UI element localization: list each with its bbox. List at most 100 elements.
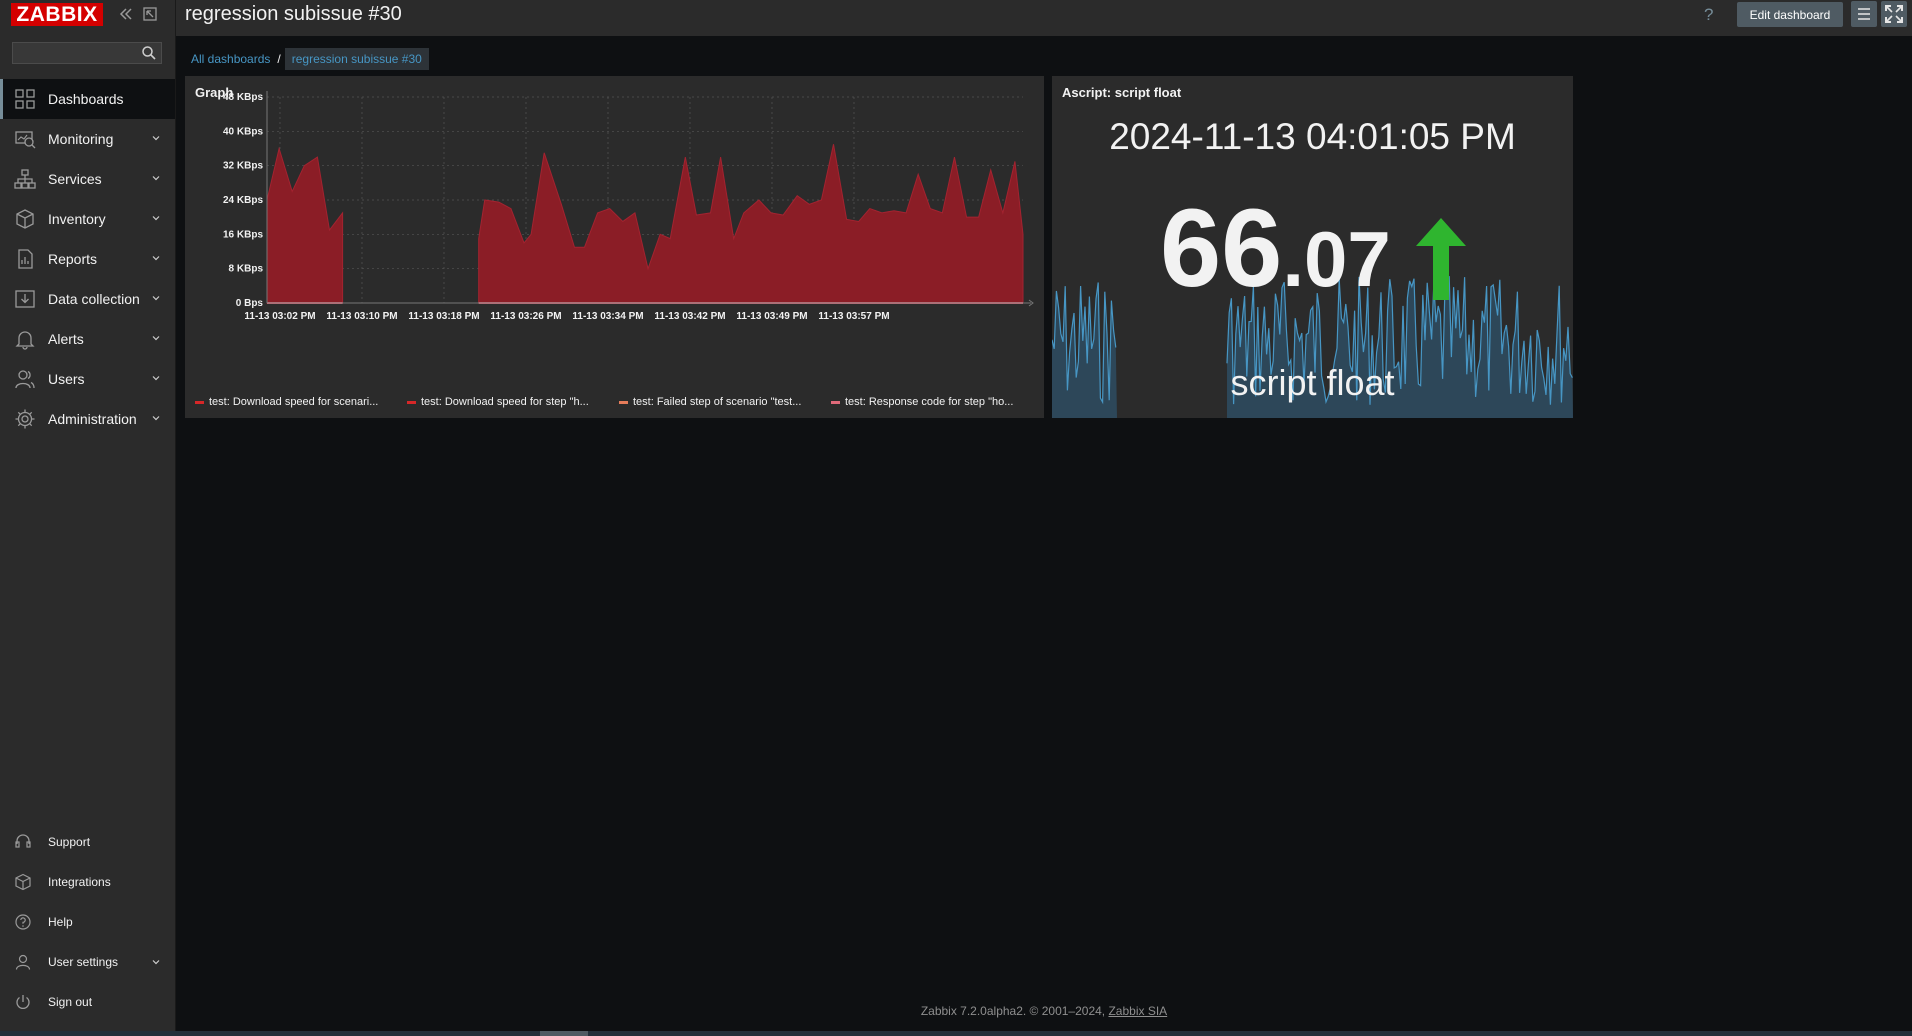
integrations-icon	[15, 873, 31, 891]
services-icon	[14, 169, 36, 189]
legend-item[interactable]: test: Download speed for scenari...	[195, 396, 395, 408]
chevron-down-icon	[152, 176, 160, 181]
edit-dashboard-button[interactable]: Edit dashboard	[1737, 2, 1843, 27]
horizontal-scrollbar[interactable]	[0, 1031, 1912, 1036]
bottom-menu: Support Integrations Help User settings …	[0, 822, 175, 1022]
dashboard-icon	[15, 89, 35, 109]
legend-label: test: Failed step of scenario "test...	[633, 396, 802, 408]
y-tick-label: 48 KBps	[223, 92, 263, 103]
y-tick-label: 32 KBps	[223, 161, 263, 172]
sidebar-item-label: Administration	[48, 411, 137, 427]
sidebar-item-dashboards[interactable]: Dashboards	[0, 79, 175, 119]
sidebar-search	[12, 42, 162, 64]
breadcrumb-all-dashboards[interactable]: All dashboards	[188, 52, 273, 66]
x-tick-label: 11-13 03:18 PM	[408, 311, 479, 322]
item-value: 66.07	[1160, 194, 1391, 305]
item-time: 2024-11-13 04:01:05 PM	[1109, 116, 1516, 157]
chevron-down-icon	[152, 416, 160, 421]
sidebar: ZABBIX Dashboards Monitoring Services In…	[0, 0, 176, 1036]
footer-link-zabbix-sia[interactable]: Zabbix SIA	[1108, 1004, 1167, 1018]
search-input[interactable]	[13, 43, 145, 63]
menu-icon	[1858, 8, 1870, 20]
legend-label: test: Download speed for step "h...	[421, 396, 589, 408]
kiosk-mode-icon[interactable]	[142, 6, 158, 22]
item-value-decimal: .07	[1282, 215, 1391, 303]
actions-menu-button[interactable]	[1851, 1, 1877, 27]
sidebar-item-label: Users	[48, 371, 85, 387]
sidebar-item-user-settings[interactable]: User settings	[0, 942, 175, 982]
user-icon	[15, 954, 31, 970]
chevron-down-icon	[152, 296, 160, 301]
series-area	[266, 146, 344, 304]
x-tick-label: 11-13 03:26 PM	[490, 311, 561, 322]
x-tick-label: 11-13 03:10 PM	[326, 311, 397, 322]
sidebar-item-help[interactable]: Help	[0, 902, 175, 942]
help-button[interactable]: ?	[1704, 5, 1713, 25]
y-tick-label: 8 KBps	[229, 264, 264, 275]
sidebar-item-monitoring[interactable]: Monitoring	[0, 119, 175, 159]
collapse-sidebar-icon[interactable]	[118, 6, 134, 22]
item-value-integer: 66	[1160, 187, 1283, 310]
sidebar-item-sign-out[interactable]: Sign out	[0, 982, 175, 1022]
breadcrumb-current[interactable]: regression subissue #30	[284, 48, 429, 70]
x-tick-label: 11-13 03:02 PM	[244, 311, 315, 322]
sidebar-item-label: Help	[48, 915, 73, 929]
graph-legend: test: Download speed for scenari... test…	[195, 396, 1035, 408]
legend-swatch	[407, 400, 416, 404]
chevron-down-icon	[152, 256, 160, 261]
chevron-down-icon	[152, 376, 160, 381]
administration-icon	[15, 409, 35, 429]
chevron-down-icon	[152, 216, 160, 221]
item-value-widget[interactable]: Ascript: script float 2024-11-13 04:01:0…	[1052, 76, 1573, 418]
y-tick-label: 0 Bps	[236, 298, 264, 309]
legend-item[interactable]: test: Download speed for step "h...	[407, 396, 607, 408]
legend-swatch	[831, 400, 840, 404]
page-header: regression subissue #30 ? Edit dashboard	[176, 0, 1912, 36]
chevron-down-icon	[152, 960, 160, 965]
x-tick-label: 11-13 03:57 PM	[818, 311, 889, 322]
y-tick-label: 40 KBps	[223, 126, 263, 137]
data-collection-icon	[15, 290, 35, 308]
breadcrumb: All dashboards / regression subissue #30	[188, 48, 429, 70]
sidebar-item-services[interactable]: Services	[0, 159, 175, 199]
item-description: script float	[1230, 362, 1395, 403]
sidebar-item-data-collection[interactable]: Data collection	[0, 279, 175, 319]
sidebar-item-label: Inventory	[48, 211, 106, 227]
widget-title: Ascript: script float	[1062, 85, 1182, 100]
y-tick-label: 24 KBps	[223, 195, 263, 206]
legend-item[interactable]: test: Response code for step "ho...	[831, 396, 1035, 408]
monitoring-icon	[15, 131, 36, 149]
sidebar-item-alerts[interactable]: Alerts	[0, 319, 175, 359]
page-title: regression subissue #30	[185, 3, 402, 25]
sidebar-item-inventory[interactable]: Inventory	[0, 199, 175, 239]
sidebar-item-label: User settings	[48, 955, 119, 969]
zabbix-logo[interactable]: ZABBIX	[11, 3, 103, 26]
legend-swatch	[619, 400, 628, 404]
sidebar-item-support[interactable]: Support	[0, 822, 175, 862]
y-tick-label: 16 KBps	[223, 229, 263, 240]
power-icon	[16, 995, 30, 1009]
graph-widget[interactable]: Graph 0 Bps 8 KBps 16 KBps 24 KBps 32 KBps 40…	[185, 76, 1044, 418]
sidebar-item-users[interactable]: Users	[0, 359, 175, 399]
graph-chart[interactable]: 0 Bps 8 KBps 16 KBps 24 KBps 32 KBps 40 KBps 4…	[185, 76, 1044, 418]
arrow-up-icon	[1416, 218, 1466, 300]
alerts-icon	[15, 331, 35, 350]
fullscreen-icon	[1885, 5, 1903, 23]
legend-swatch	[195, 400, 204, 404]
fullscreen-button[interactable]	[1881, 1, 1907, 27]
sidebar-item-label: Data collection	[48, 291, 140, 307]
search-icon[interactable]	[141, 45, 157, 61]
main-menu: Dashboards Monitoring Services Inventory…	[0, 79, 175, 439]
sidebar-item-reports[interactable]: Reports	[0, 239, 175, 279]
sidebar-item-label: Monitoring	[48, 131, 114, 147]
sidebar-item-administration[interactable]: Administration	[0, 399, 175, 439]
support-icon	[15, 834, 31, 848]
help-icon	[15, 914, 31, 930]
sidebar-item-label: Alerts	[48, 331, 84, 347]
legend-item[interactable]: test: Failed step of scenario "test...	[619, 396, 819, 408]
sidebar-item-label: Integrations	[48, 875, 111, 889]
x-tick-label: 11-13 03:49 PM	[736, 311, 807, 322]
scrollbar-thumb[interactable]	[540, 1031, 588, 1036]
users-icon	[15, 370, 35, 389]
sidebar-item-integrations[interactable]: Integrations	[0, 862, 175, 902]
